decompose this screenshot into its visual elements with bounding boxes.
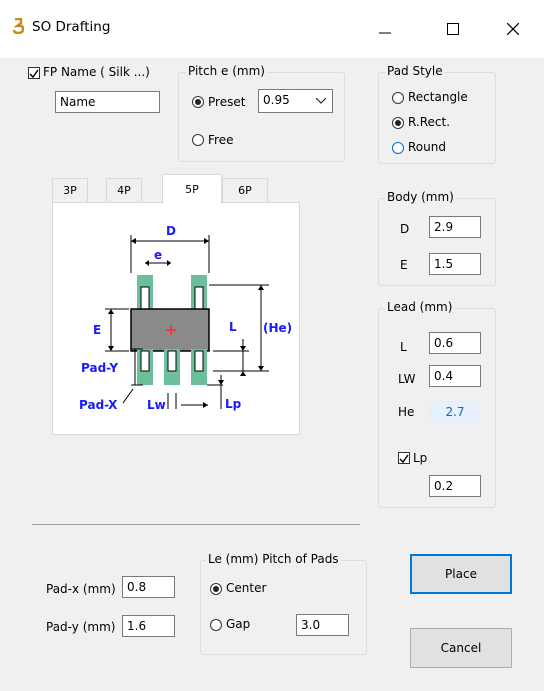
lead-bottom-right (194, 350, 204, 372)
check-icon (399, 454, 409, 464)
pad-x-input[interactable]: 0.8 (122, 576, 175, 598)
label-pad-x: Pad-X (79, 398, 118, 412)
lead-group-title: Lead (mm) (385, 300, 455, 314)
lw-arrow (203, 402, 208, 408)
pad-style-round-radio[interactable] (392, 142, 404, 154)
fp-name-input[interactable]: Name (55, 91, 160, 113)
fp-name-label: FP Name ( Silk ...) (43, 65, 150, 79)
pitch-free-label: Free (208, 133, 234, 147)
le-group (200, 560, 367, 655)
he-arrow-bottom (258, 366, 264, 371)
minimize-button[interactable] (362, 12, 408, 46)
le-group-title: Le (mm) Pitch of Pads (206, 552, 341, 566)
tab-6p[interactable]: 6P (222, 178, 268, 202)
pitch-free-radio[interactable] (192, 134, 204, 146)
close-button[interactable] (490, 12, 536, 46)
cancel-button[interactable]: Cancel (410, 628, 512, 668)
d-arrow-right (204, 238, 209, 244)
e-arrow-bottom (108, 346, 114, 351)
place-button[interactable]: Place (410, 554, 512, 594)
pitch-preset-radio[interactable] (192, 96, 204, 108)
pad-style-title: Pad Style (385, 64, 445, 78)
body-group-title: Body (mm) (385, 190, 456, 204)
e-arrow-left (145, 260, 149, 266)
label-lw: Lw (147, 398, 166, 412)
pad-style-round-label: Round (408, 140, 446, 154)
separator (32, 524, 360, 525)
fp-name-checkbox[interactable] (28, 67, 40, 79)
close-icon (507, 23, 519, 35)
pad-style-rrect-radio[interactable] (392, 117, 404, 129)
lead-bottom-left (140, 350, 150, 372)
lead-lp-label: Lp (413, 451, 428, 465)
pad-y-label: Pad-y (mm) (46, 620, 116, 634)
body-d-input[interactable]: 2.9 (429, 216, 481, 238)
label-he: (He) (263, 321, 292, 335)
d-arrow-left (131, 238, 136, 244)
padx-leader (122, 388, 134, 404)
e-arrow-right (167, 260, 171, 266)
pad-style-rectangle-label: Rectangle (408, 90, 468, 104)
lead-he-label: He (398, 405, 415, 419)
pad-style-rectangle-radio[interactable] (392, 92, 404, 104)
label-E: E (93, 323, 101, 337)
pad-style-rrect-label: R.Rect. (408, 115, 451, 129)
check-icon (29, 69, 39, 79)
pitch-preset-select[interactable]: 0.95 (258, 89, 333, 113)
le-center-radio[interactable] (210, 583, 222, 595)
lead-top-left (140, 286, 150, 310)
label-e: e (154, 248, 162, 262)
maximize-icon (447, 23, 459, 35)
body-d-label: D (400, 222, 410, 236)
maximize-button[interactable] (430, 12, 476, 46)
l-arrow-top (240, 346, 246, 351)
le-gap-input[interactable]: 3.0 (296, 614, 349, 636)
label-pad-y: Pad-Y (81, 361, 118, 375)
window-title: SO Drafting (32, 19, 111, 35)
chevron-down-icon (316, 98, 326, 104)
tab-4p[interactable]: 4P (106, 178, 142, 202)
tab-3p[interactable]: 3P (52, 178, 88, 202)
lead-lp-checkbox[interactable] (398, 452, 410, 464)
minimize-icon (379, 32, 391, 34)
label-d: D (166, 224, 176, 238)
pad-x-label: Pad-x (mm) (46, 582, 116, 596)
l-arrow-bottom (240, 371, 246, 376)
tab-5p[interactable]: 5P (162, 174, 222, 204)
footprint-diagram: D e E (He) L Lp Lw Pad-Y Pad-X (79, 224, 292, 412)
pitch-group (178, 72, 345, 162)
app-icon (12, 18, 24, 34)
le-center-label: Center (226, 581, 267, 595)
lead-l-label: L (400, 340, 407, 354)
pitch-group-title: Pitch e (mm) (186, 64, 267, 78)
lead-lw-label: LW (398, 372, 416, 386)
le-gap-radio[interactable] (210, 619, 222, 631)
he-arrow-top (258, 285, 264, 290)
label-l: L (229, 320, 237, 334)
pitch-preset-label: Preset (208, 95, 246, 109)
body-e-input[interactable]: 1.5 (429, 253, 481, 275)
lead-lp-input[interactable]: 0.2 (429, 475, 481, 497)
body-e-label: E (400, 258, 408, 272)
le-gap-label: Gap (226, 617, 251, 631)
lead-l-input[interactable]: 0.6 (429, 332, 481, 354)
label-lp: Lp (225, 397, 242, 411)
lead-he-value: 2.7 (429, 401, 481, 423)
pitch-preset-value: 0.95 (263, 93, 290, 107)
lead-lw-input[interactable]: 0.4 (429, 365, 481, 387)
pad-y-input[interactable]: 1.6 (122, 615, 175, 637)
lead-top-right (194, 286, 204, 310)
diagram-panel: D e E (He) L Lp Lw Pad-Y Pad-X (52, 202, 300, 435)
e-arrow-top (108, 309, 114, 314)
lp-arrow (218, 380, 224, 385)
lead-bottom-center (167, 350, 177, 372)
